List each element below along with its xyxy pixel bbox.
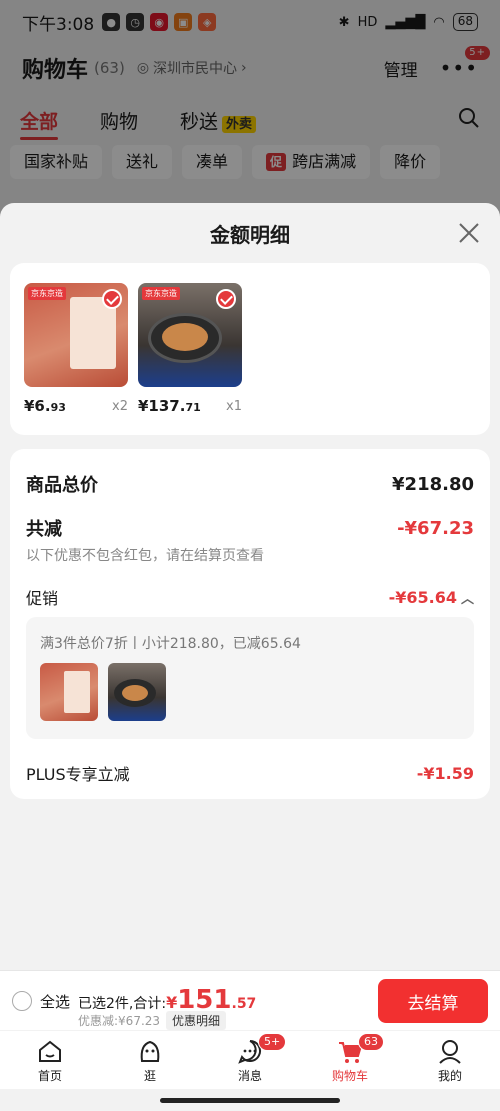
brand-tag: 京东京造 <box>28 287 66 300</box>
product-image: 京东京造 <box>138 283 242 387</box>
total-currency: ¥ <box>166 993 178 1012</box>
promo-product-thumbnail <box>108 663 166 721</box>
explore-icon <box>140 1040 160 1062</box>
selected-products-card: 京东京造 ¥6.93 x2 京东京造 ¥137.71 x1 <box>10 263 490 435</box>
promo-detail-box: 满3件总价7折丨小计218.80，已减65.64 <box>26 617 474 739</box>
product-quantity: x2 <box>112 399 128 414</box>
product-quantity: x1 <box>226 399 242 414</box>
profile-icon <box>439 1039 461 1064</box>
discount-note: 以下优惠不包含红包，请在结算页查看 <box>26 548 264 564</box>
discount-summary: 优惠减:¥67.23 优惠明细 <box>78 1011 227 1030</box>
nav-explore[interactable]: 逛 <box>100 1031 200 1089</box>
nav-home-label: 首页 <box>37 1068 62 1083</box>
discount-detail-button[interactable]: 优惠明细 <box>166 1011 227 1030</box>
plus-row: PLUS专享立减 -¥1.59 <box>26 761 474 785</box>
product-image: 京东京造 <box>24 283 128 387</box>
nav-messages[interactable]: 消息 5+ <box>200 1031 300 1089</box>
bottom-navigation: 首页 逛 消息 5+ 购物车 63 我的 <box>0 1031 500 1089</box>
summary-prefix: 已选2件,合计: <box>78 996 167 1012</box>
product-price-decimal: 93 <box>50 401 66 414</box>
select-all-radio[interactable] <box>12 991 32 1011</box>
promo-row[interactable]: 促销 -¥65.64 ︿ <box>26 585 474 609</box>
nav-home[interactable]: 首页 <box>0 1031 100 1089</box>
close-icon[interactable] <box>456 220 482 246</box>
nav-explore-label: 逛 <box>143 1068 156 1083</box>
home-icon <box>39 1040 61 1062</box>
product-price: ¥6.93 <box>24 397 66 415</box>
product-item[interactable]: 京东京造 ¥137.71 x1 <box>138 283 242 415</box>
nav-cart-label: 购物车 <box>331 1068 368 1083</box>
product-price: ¥137.71 <box>138 397 201 415</box>
checkout-bar: 全选 已选2件,合计: ¥ 151 .57 优惠减:¥67.23 优惠明细 去结… <box>0 970 500 1030</box>
reduce-label: 共减 <box>26 519 62 540</box>
total-row: 商品总价 ¥218.80 <box>26 471 474 497</box>
nav-profile-label: 我的 <box>437 1068 462 1083</box>
nav-profile[interactable]: 我的 <box>400 1031 500 1089</box>
reduce-row: 共减 -¥67.23 <box>26 515 474 541</box>
promo-description: 满3件总价7折丨小计218.80，已减65.64 <box>40 636 301 652</box>
messages-badge: 5+ <box>258 1033 287 1051</box>
promo-value: -¥65.64 <box>388 587 457 607</box>
select-all-label[interactable]: 全选 <box>40 991 70 1012</box>
nav-messages-label: 消息 <box>237 1068 262 1083</box>
selected-check-icon <box>102 289 122 309</box>
selected-check-icon <box>216 289 236 309</box>
promo-value-wrap: -¥65.64 ︿ <box>389 588 474 607</box>
promo-label: 促销 <box>26 589 59 608</box>
amount-breakdown-card: 商品总价 ¥218.80 共减 -¥67.23 以下优惠不包含红包，请在结算页查… <box>10 449 490 799</box>
thumbnail-package-shape <box>64 671 90 713</box>
food-shape <box>162 323 208 351</box>
sheet-title: 金额明细 <box>210 223 290 247</box>
product-price-decimal: 71 <box>185 401 201 414</box>
chevron-up-icon: ︿ <box>460 591 474 607</box>
total-decimal: .57 <box>231 996 257 1012</box>
discount-text: 优惠减:¥67.23 <box>78 1014 161 1028</box>
cart-badge: 63 <box>358 1033 384 1051</box>
plus-label: PLUS专享立减 <box>26 765 130 784</box>
brand-tag: 京东京造 <box>142 287 180 300</box>
total-label: 商品总价 <box>26 475 98 496</box>
product-price-main: ¥6. <box>24 397 51 415</box>
promo-product-thumbnail <box>40 663 98 721</box>
reduce-value: -¥67.23 <box>397 517 474 539</box>
product-price-main: ¥137. <box>138 397 186 415</box>
thumbnail-food-shape <box>122 685 148 701</box>
nav-cart[interactable]: 购物车 63 <box>300 1031 400 1089</box>
home-indicator <box>160 1098 340 1103</box>
total-value: ¥218.80 <box>392 473 474 495</box>
plus-value: -¥1.59 <box>416 763 474 783</box>
checkout-button[interactable]: 去结算 <box>378 979 488 1023</box>
product-item[interactable]: 京东京造 ¥6.93 x2 <box>24 283 128 415</box>
